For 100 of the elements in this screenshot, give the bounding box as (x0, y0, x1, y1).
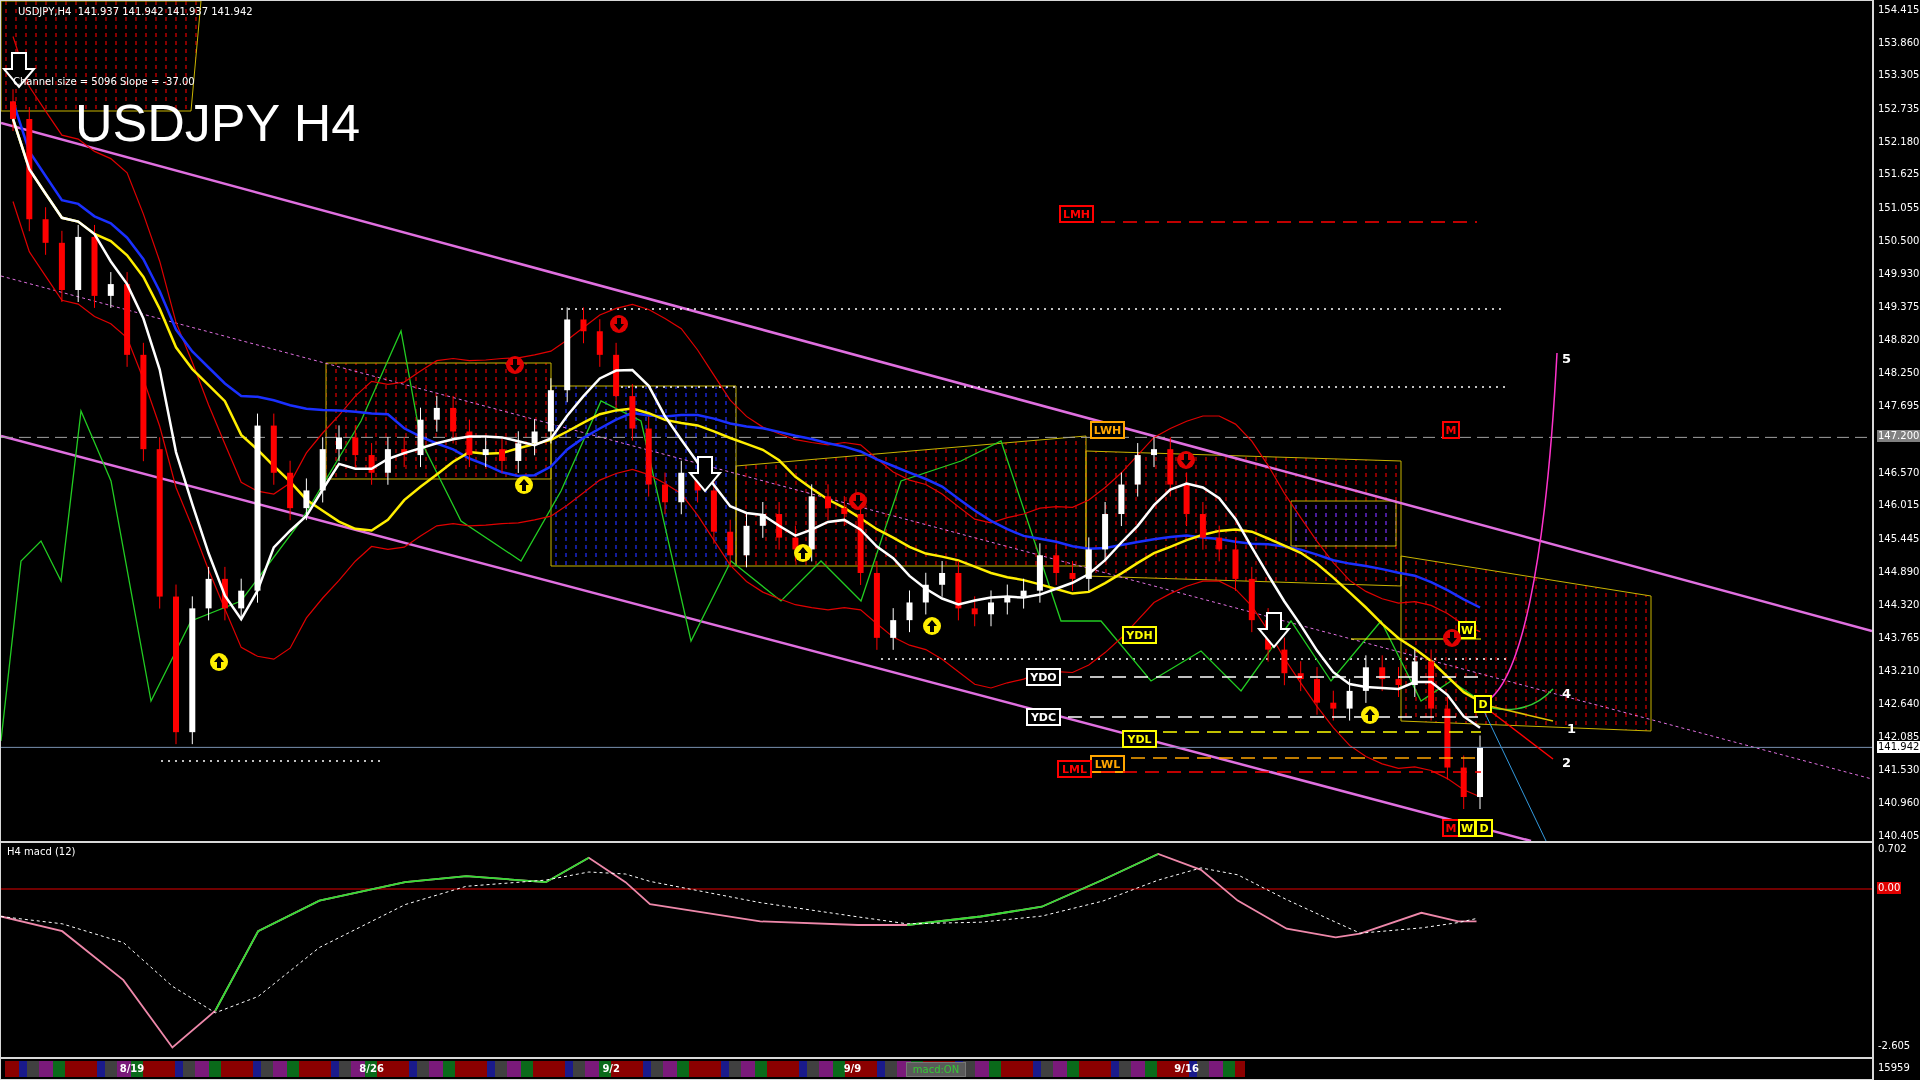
level-tag: M (1442, 421, 1460, 439)
candlestick (1314, 666, 1320, 716)
level-tag: LWL (1090, 755, 1125, 773)
candlestick (1411, 648, 1418, 698)
candlestick (450, 395, 457, 444)
candlestick (955, 560, 962, 621)
axis-tick-label: 151.625 (1877, 168, 1920, 181)
candlestick (433, 395, 440, 433)
axis-tick-label: 149.375 (1877, 301, 1920, 314)
up-signal-icon (923, 617, 941, 635)
candlestick (1281, 637, 1288, 686)
candlestick (417, 407, 424, 468)
axis-tick-label: 151.055 (1877, 202, 1920, 215)
candlestick (547, 377, 554, 444)
axis-tick-label: 144.320 (1877, 599, 1920, 612)
chart-title: USDJPY H4 (75, 94, 361, 152)
candlestick (1167, 436, 1174, 498)
candlestick (922, 572, 929, 615)
candlestick (678, 460, 685, 515)
candlestick (42, 206, 49, 256)
marked-price-label: 147.200 (1877, 430, 1920, 443)
candlestick (384, 436, 391, 486)
axis-tick-label: 146.570 (1877, 466, 1920, 479)
candlestick (759, 501, 766, 539)
axis-tick-label: 140.960 (1877, 797, 1920, 810)
level-tag: YDC (1026, 708, 1061, 726)
axis-tick-label: 0.702 (1877, 843, 1908, 855)
candlestick (221, 566, 228, 621)
candlestick (727, 519, 734, 568)
axis-tick-label: 149.930 (1877, 268, 1920, 281)
candlestick (482, 436, 489, 468)
candlestick (466, 419, 473, 468)
candlestick (287, 460, 294, 521)
candlestick (776, 501, 783, 551)
candlestick (1460, 755, 1467, 810)
candlestick (662, 472, 668, 515)
candlestick (1085, 536, 1092, 592)
candlestick (1297, 660, 1304, 692)
down-signal-icon (849, 492, 867, 510)
level-tag: YDH (1122, 626, 1157, 644)
candlestick (1118, 472, 1125, 527)
level-tag: LML (1057, 760, 1092, 778)
candlestick (890, 607, 897, 651)
candlestick (1232, 536, 1239, 592)
axis-tick-label: 148.820 (1877, 333, 1920, 346)
candlestick (368, 442, 375, 486)
candlestick (336, 424, 342, 462)
axis-tick-label: 142.085 (1877, 730, 1920, 742)
axis-tick-label: -2.605 (1877, 1040, 1912, 1052)
candlestick (596, 318, 603, 368)
axis-tick-label: 143.765 (1877, 631, 1920, 644)
candlestick (1183, 472, 1190, 527)
down-signal-icon (1177, 451, 1195, 469)
candlestick (10, 88, 16, 132)
candlestick (629, 383, 636, 442)
candlestick (1330, 690, 1337, 722)
candlestick (580, 306, 587, 344)
candlestick (971, 595, 978, 627)
up-signal-icon (210, 653, 228, 671)
axis-tick-label: 150.500 (1877, 234, 1920, 247)
level-tag: D (1475, 819, 1493, 837)
up-signal-icon (515, 476, 533, 494)
axis-tick-label: 145.445 (1877, 532, 1920, 545)
candlestick (1362, 654, 1369, 704)
date-label: 8/26 (359, 1062, 384, 1076)
projection-label: 4 (1562, 686, 1572, 701)
up-signal-icon (1361, 706, 1379, 724)
axis-tick-label: 141.530 (1877, 763, 1920, 776)
candlestick (401, 436, 408, 468)
date-label: 9/9 (843, 1062, 862, 1076)
indicator-toggle-button[interactable]: macd:ON (906, 1062, 966, 1077)
candlestick (743, 513, 750, 568)
candlestick (1151, 436, 1157, 468)
symbol-quote-line: USDJPY,H4 141.937 141.942 141.937 141.942 (18, 6, 253, 17)
projection-label: 2 (1562, 755, 1572, 770)
axis-tick-label: 154.415 (1877, 4, 1920, 16)
candlestick (531, 419, 538, 456)
candlestick (1248, 566, 1255, 633)
axis-tick-label: 146.015 (1877, 499, 1920, 512)
axis-tick-label: 140.405 (1877, 830, 1920, 842)
level-tag: LMH (1059, 205, 1094, 223)
candlestick (988, 589, 994, 627)
candlestick (1199, 501, 1206, 551)
candlestick (319, 436, 326, 503)
candlestick (107, 271, 114, 309)
level-tag: M (1442, 819, 1460, 837)
candlestick (205, 566, 212, 621)
projection-label: 5 (1562, 351, 1572, 366)
down-signal-icon (610, 315, 628, 333)
candlestick (1346, 678, 1353, 722)
candlestick (1004, 584, 1011, 615)
down-signal-icon (506, 356, 524, 374)
level-tag: YDL (1122, 730, 1157, 748)
level-tag: W (1458, 819, 1476, 837)
axis-tick-label: 152.735 (1877, 103, 1920, 116)
axis-tick-label: 147.695 (1877, 400, 1920, 413)
current-price-label: 141.942 (1877, 741, 1920, 754)
candlestick (1069, 560, 1076, 592)
candlestick (352, 424, 359, 468)
candlestick (841, 495, 848, 527)
